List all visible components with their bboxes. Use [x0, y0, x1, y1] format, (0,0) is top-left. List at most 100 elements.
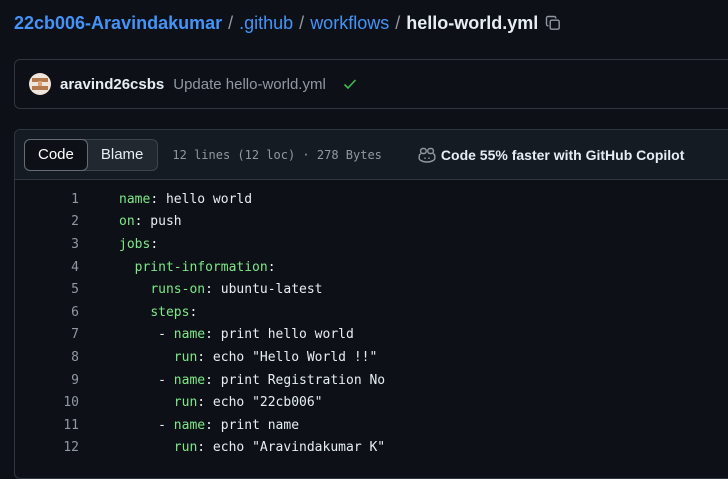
yaml-colon: :	[150, 191, 159, 207]
copilot-text: Code 55% faster with GitHub Copilot	[440, 146, 685, 163]
yaml-key: run	[173, 440, 198, 456]
check-icon[interactable]	[342, 76, 358, 92]
code-line: 4 print-information:	[15, 256, 728, 279]
line-number[interactable]: 5	[15, 282, 79, 297]
tab-blame[interactable]: Blame	[87, 140, 158, 170]
yaml-value: print Registration No	[212, 372, 386, 388]
line-number[interactable]: 12	[15, 440, 79, 455]
yaml-key: name	[119, 191, 151, 207]
yaml-colon: :	[197, 395, 206, 411]
file-header: Code Blame 12 lines (12 loc) · 278 Bytes…	[15, 130, 728, 180]
yaml-colon: :	[267, 259, 276, 275]
code-text: run: echo "Hello World !!"	[119, 349, 378, 365]
code-line: 7 - name: print hello world	[15, 324, 728, 347]
line-number[interactable]: 3	[15, 237, 79, 252]
breadcrumb-github-link[interactable]: .github	[239, 11, 293, 35]
yaml-key: jobs	[119, 236, 151, 252]
line-number[interactable]: 11	[15, 418, 79, 433]
code-line: 11 - name: print name	[15, 414, 728, 437]
yaml-value: echo "Aravindakumar K"	[205, 440, 386, 456]
breadcrumb-file-name: hello-world.yml	[406, 13, 539, 33]
code-text: print-information:	[119, 260, 276, 275]
code-indent: -	[119, 327, 174, 343]
line-number[interactable]: 9	[15, 373, 79, 388]
code-text: - name: print Registration No	[119, 373, 385, 388]
tab-code[interactable]: Code	[24, 138, 88, 171]
code-text: jobs:	[119, 237, 158, 252]
yaml-value: ubuntu-latest	[212, 282, 323, 298]
code-line: 10 run: echo "22cb006"	[15, 391, 728, 414]
yaml-colon: :	[150, 236, 159, 252]
code-line: 3 jobs:	[15, 233, 728, 256]
yaml-key: print-information	[134, 259, 268, 275]
code-line: 9 - name: print Registration No	[15, 369, 728, 392]
code-line: 12 run: echo "Aravindakumar K"	[15, 437, 728, 460]
code-text: - name: print hello world	[119, 327, 354, 342]
line-number[interactable]: 6	[15, 305, 79, 320]
line-number[interactable]: 10	[15, 395, 79, 410]
yaml-key: run	[173, 395, 198, 411]
yaml-colon: :	[205, 417, 213, 433]
code-text: name: hello world	[119, 192, 252, 207]
yaml-colon: :	[197, 440, 206, 456]
code-line: 6 steps:	[15, 301, 728, 324]
code-indent: -	[119, 372, 174, 388]
yaml-colon: :	[205, 282, 213, 298]
commit-author-link[interactable]: aravind26csbs	[60, 76, 164, 93]
file-viewer: Code Blame 12 lines (12 loc) · 278 Bytes…	[14, 129, 728, 479]
line-number[interactable]: 4	[15, 260, 79, 275]
code-text: steps:	[119, 305, 197, 320]
line-number[interactable]: 8	[15, 350, 79, 365]
code-text: run: echo "Aravindakumar K"	[119, 440, 385, 455]
line-number[interactable]: 2	[15, 214, 79, 229]
avatar[interactable]	[29, 73, 51, 95]
yaml-value: push	[142, 214, 182, 230]
yaml-key: on	[119, 214, 135, 230]
copy-icon[interactable]	[545, 15, 561, 31]
breadcrumb-repo-link[interactable]: 22cb006-Aravindakumar	[14, 11, 222, 35]
copilot-link[interactable]: Code 55% faster with GitHub Copilot	[418, 147, 684, 163]
yaml-key: run	[173, 349, 198, 365]
code-text: - name: print name	[119, 418, 299, 433]
code-area: 1 name: hello world 2 on: push 3 jobs: 4 print…	[15, 180, 728, 459]
breadcrumb-separator: /	[299, 13, 305, 33]
code-text: runs-on: ubuntu-latest	[119, 282, 323, 298]
code-text: on: push	[119, 214, 182, 229]
code-line: 2 on: push	[15, 211, 728, 234]
yaml-value: echo "Hello World !!"	[205, 349, 378, 365]
breadcrumb-separator: /	[395, 13, 401, 33]
latest-commit-bar: aravind26csbs Update hello-world.yml	[14, 59, 728, 109]
yaml-value: print hello world	[212, 327, 354, 343]
yaml-value: hello world	[158, 191, 253, 207]
view-toggle: Code Blame	[24, 138, 159, 171]
yaml-key: name	[173, 417, 206, 433]
yaml-key: name	[173, 327, 206, 343]
breadcrumb-workflows-link[interactable]: workflows	[310, 11, 389, 35]
line-number[interactable]: 1	[15, 192, 79, 207]
breadcrumb-separator: /	[228, 13, 234, 33]
commit-message-link[interactable]: Update hello-world.yml	[173, 76, 326, 93]
yaml-value: echo "22cb006"	[205, 395, 323, 411]
code-line: 1 name: hello world	[15, 188, 728, 211]
code-text: run: echo "22cb006"	[119, 395, 323, 410]
file-info: 12 lines (12 loc) · 278 Bytes	[172, 147, 382, 162]
code-indent: -	[119, 417, 174, 433]
yaml-key: name	[173, 372, 206, 388]
code-line: 5 runs-on: ubuntu-latest	[15, 278, 728, 301]
copilot-icon	[418, 147, 436, 163]
line-number[interactable]: 7	[15, 327, 79, 342]
code-line: 8 run: echo "Hello World !!"	[15, 346, 728, 369]
yaml-colon: :	[189, 304, 198, 320]
yaml-value: print name	[212, 417, 300, 433]
yaml-key: runs-on	[150, 282, 206, 298]
breadcrumb: 22cb006-Aravindakumar / .github / workfl…	[14, 11, 561, 35]
yaml-colon: :	[205, 372, 213, 388]
yaml-colon: :	[205, 327, 213, 343]
yaml-colon: :	[197, 349, 206, 365]
